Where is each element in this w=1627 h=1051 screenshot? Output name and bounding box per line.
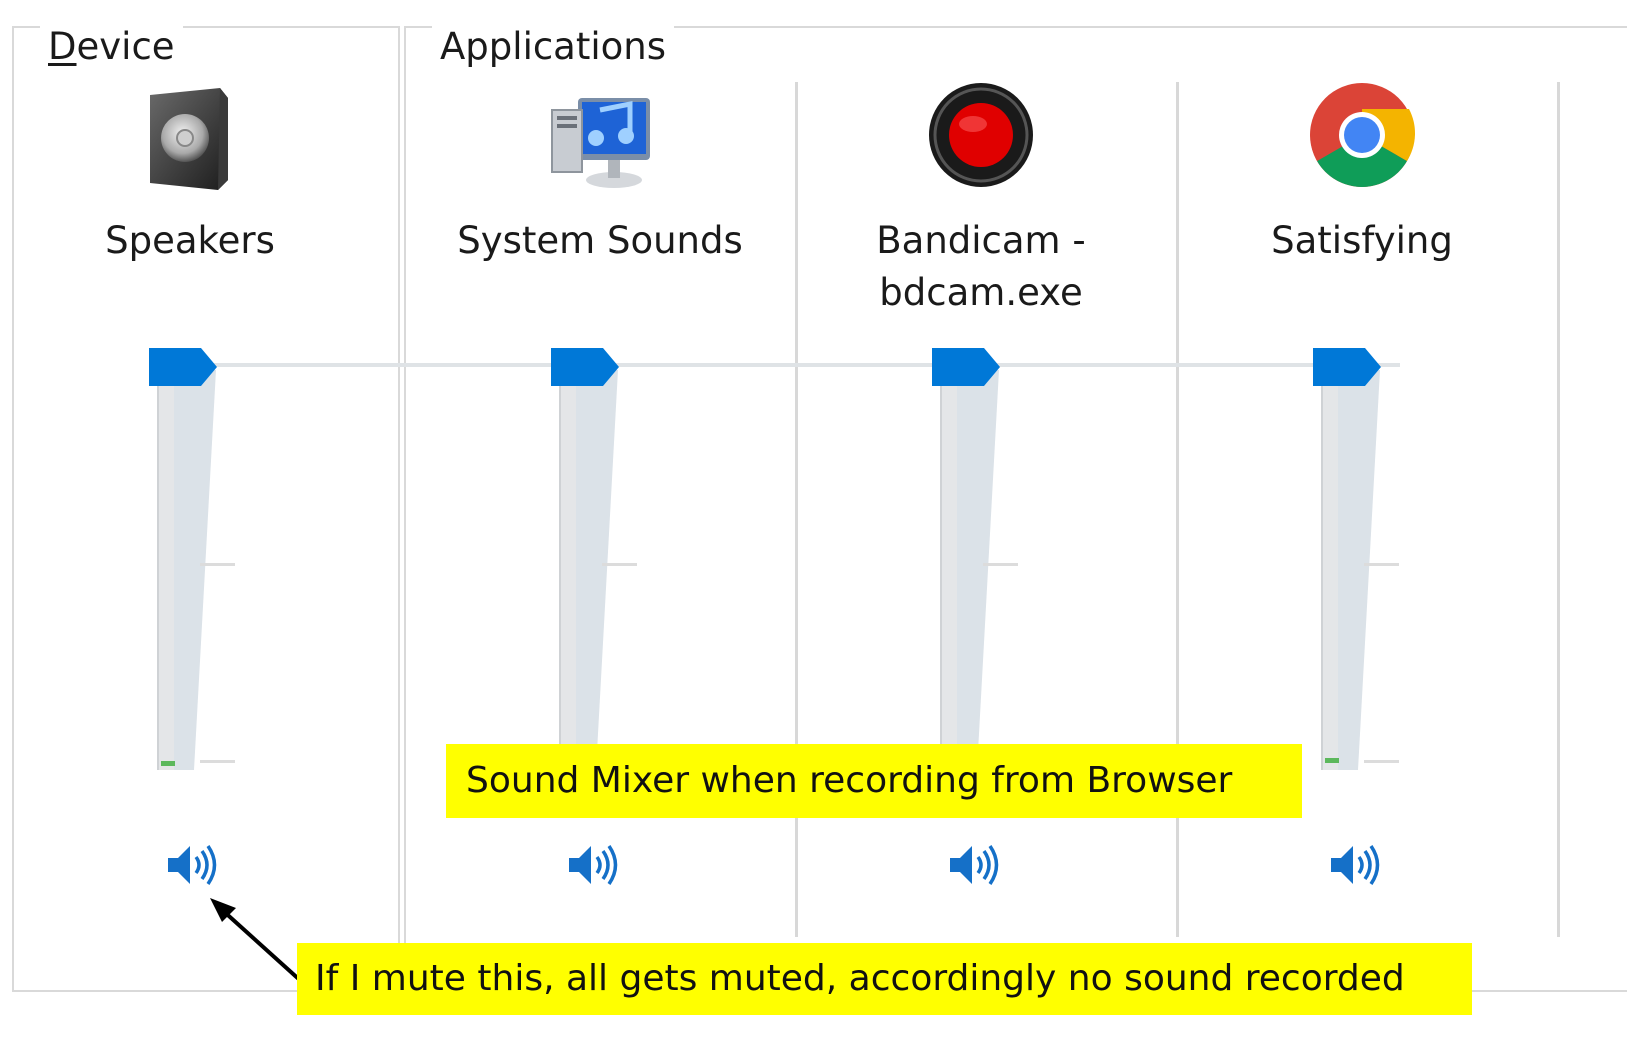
channel-speakers: Speakers <box>0 80 380 940</box>
volume-level-wedge <box>1338 370 1380 770</box>
peak-meter-indicator <box>161 761 175 766</box>
device-group-title: Device <box>40 24 183 70</box>
mute-button[interactable] <box>563 840 627 890</box>
volume-level-wedge <box>576 370 618 770</box>
mute-callout: If I mute this, all gets muted, accordin… <box>297 943 1472 1015</box>
mute-button-speakers[interactable] <box>162 840 226 890</box>
bandicam-icon <box>929 83 1033 187</box>
mute-button[interactable] <box>1325 840 1389 890</box>
volume-level-wedge <box>174 370 216 770</box>
mute-button[interactable] <box>944 840 1008 890</box>
volume-slider-thumb[interactable] <box>1313 348 1381 386</box>
peak-meter-indicator <box>1325 758 1339 763</box>
volume-tick <box>200 760 235 763</box>
volume-tick <box>602 563 637 566</box>
applications-group-title: Applications <box>432 24 675 70</box>
volume-slider-thumb[interactable] <box>551 348 619 386</box>
channel-name-speakers: Speakers <box>105 219 275 262</box>
volume-tick <box>1364 760 1399 763</box>
device-group-title-rest: evice <box>76 25 175 68</box>
volume-slider-thumb[interactable] <box>932 348 1000 386</box>
channel-name: Satisfying <box>1271 219 1453 262</box>
volume-level-wedge <box>957 370 999 770</box>
volume-tick <box>983 563 1018 566</box>
device-mnemonic: D <box>48 25 77 68</box>
chrome-icon <box>1310 83 1416 187</box>
column-divider <box>1557 82 1560 937</box>
system-sounds-icon <box>551 98 650 188</box>
volume-tick <box>1364 563 1399 566</box>
speaker-device-icon <box>150 88 228 190</box>
annotation-arrow <box>210 898 304 984</box>
channel-name: Bandicam - bdcam.exe <box>876 219 1086 314</box>
volume-slider-thumb-speakers[interactable] <box>149 348 217 386</box>
title-callout: Sound Mixer when recording from Browser <box>446 744 1302 818</box>
channel-name: System Sounds <box>457 219 743 262</box>
volume-tick <box>200 563 235 566</box>
